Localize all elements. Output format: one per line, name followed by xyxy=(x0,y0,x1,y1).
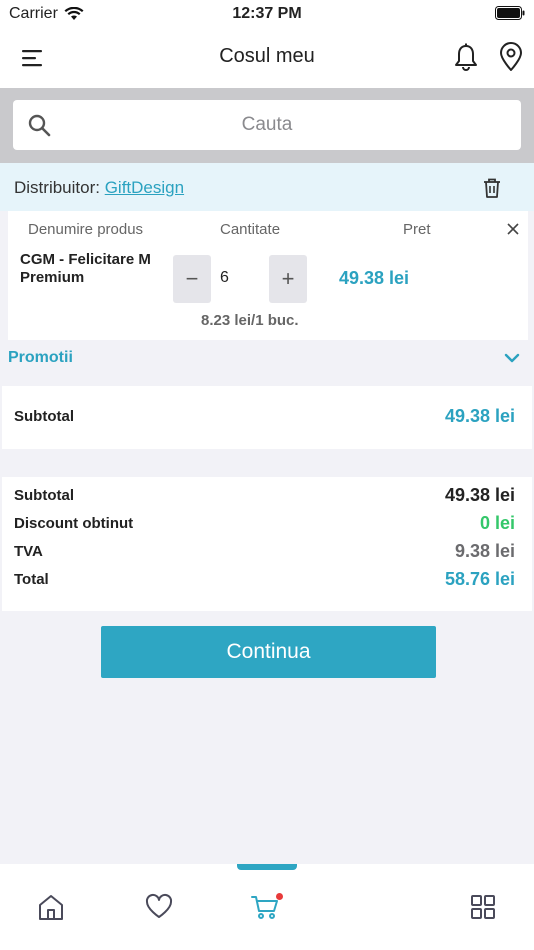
status-time: 12:37 PM xyxy=(232,5,302,22)
trash-icon[interactable] xyxy=(482,177,502,199)
summary-value: 9.38 lei xyxy=(454,541,515,561)
summary-value: 0 lei xyxy=(479,513,515,533)
summary-value: 49.38 lei xyxy=(444,485,515,505)
summary-row-discount: Discount obtinut 0 lei xyxy=(2,507,532,535)
summary-row-vat: TVA 9.38 lei xyxy=(2,535,532,563)
tab-bar xyxy=(0,864,534,950)
battery-icon xyxy=(495,6,525,20)
minus-icon: − xyxy=(185,266,199,291)
search-input[interactable] xyxy=(63,100,471,150)
promotions-toggle[interactable]: Promotii xyxy=(0,340,534,378)
location-pin-icon[interactable] xyxy=(498,42,524,72)
search-icon xyxy=(28,114,51,137)
quantity-increase-button[interactable]: + xyxy=(269,255,307,303)
chevron-down-icon[interactable] xyxy=(504,352,520,364)
continue-button[interactable]: Continua xyxy=(101,626,436,678)
summary-row-total: Total 58.76 lei xyxy=(2,563,532,591)
summary-label: Discount obtinut xyxy=(14,515,134,532)
plus-icon: + xyxy=(281,266,295,291)
summary-label: Total xyxy=(14,571,49,588)
subtotal-value: 49.38 lei xyxy=(444,406,515,426)
distributor-bar: Distribuitor: GiftDesign xyxy=(0,163,534,211)
column-header-price: Pret xyxy=(403,221,431,238)
order-summary: Subtotal 49.38 lei Discount obtinut 0 le… xyxy=(2,477,532,611)
subtotal-label: Subtotal xyxy=(14,408,74,425)
grid-icon[interactable] xyxy=(468,892,498,922)
unit-price: 8.23 lei/1 buc. xyxy=(201,312,299,329)
nav-bar: Cosul meu xyxy=(0,28,534,88)
heart-icon[interactable] xyxy=(144,892,174,922)
summary-row-subtotal: Subtotal 49.38 lei xyxy=(2,479,532,507)
bell-icon[interactable] xyxy=(452,42,480,72)
summary-label: TVA xyxy=(14,543,43,560)
column-header-name: Denumire produs xyxy=(28,221,144,238)
item-total-price: 49.38 lei xyxy=(339,268,410,288)
product-name: CGM - Felicitare M Premium xyxy=(20,251,151,286)
distributor-subtotal: Subtotal 49.38 lei xyxy=(2,386,532,449)
quantity-decrease-button[interactable]: − xyxy=(173,255,211,303)
home-icon[interactable] xyxy=(36,892,66,922)
column-header-quantity: Cantitate xyxy=(220,221,281,238)
active-tab-indicator xyxy=(237,864,297,870)
cart-badge-dot xyxy=(276,893,283,900)
quantity-value[interactable]: 6 xyxy=(220,269,229,287)
summary-value: 58.76 lei xyxy=(444,569,515,589)
search-box[interactable] xyxy=(13,100,521,150)
summary-label: Subtotal xyxy=(14,487,74,504)
promotions-label: Promotii xyxy=(8,349,73,366)
distributor-info: Distribuitor: GiftDesign xyxy=(14,178,184,198)
distributor-link[interactable]: GiftDesign xyxy=(105,178,184,197)
distributor-label: Distribuitor: xyxy=(14,178,100,197)
cart-item-card: Denumire produs Cantitate Pret CGM - Fel… xyxy=(8,211,528,340)
remove-item-icon[interactable] xyxy=(506,222,520,236)
status-bar: Carrier 12:37 PM xyxy=(0,0,534,28)
search-bar-area xyxy=(0,88,534,163)
